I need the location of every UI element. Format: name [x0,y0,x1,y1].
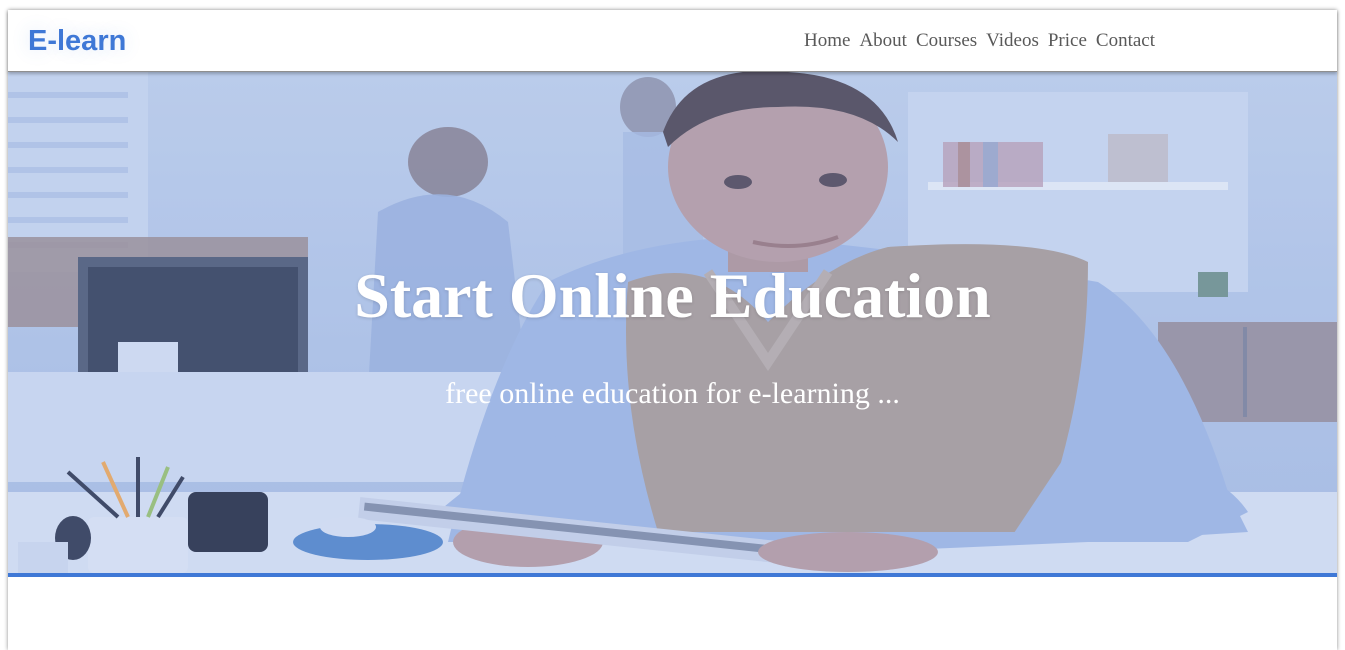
nav-price-link[interactable]: Price [1048,31,1087,50]
nav-home-link[interactable]: Home [804,31,850,50]
page: E-learn Home About Courses Videos Price … [8,10,1337,650]
hero-banner: Start Online Education free online educa… [8,72,1337,577]
hero-title: Start Online Education [354,260,991,331]
nav-videos-link[interactable]: Videos [986,31,1039,50]
main-nav: Home About Courses Videos Price Contact [804,31,1155,50]
nav-about-link[interactable]: About [859,31,907,50]
nav-contact-link[interactable]: Contact [1096,31,1155,50]
navbar: E-learn Home About Courses Videos Price … [8,10,1337,72]
hero-subtitle: free online education for e-learning ... [445,377,900,410]
brand-logo[interactable]: E-learn [28,27,126,56]
nav-courses-link[interactable]: Courses [916,31,977,50]
